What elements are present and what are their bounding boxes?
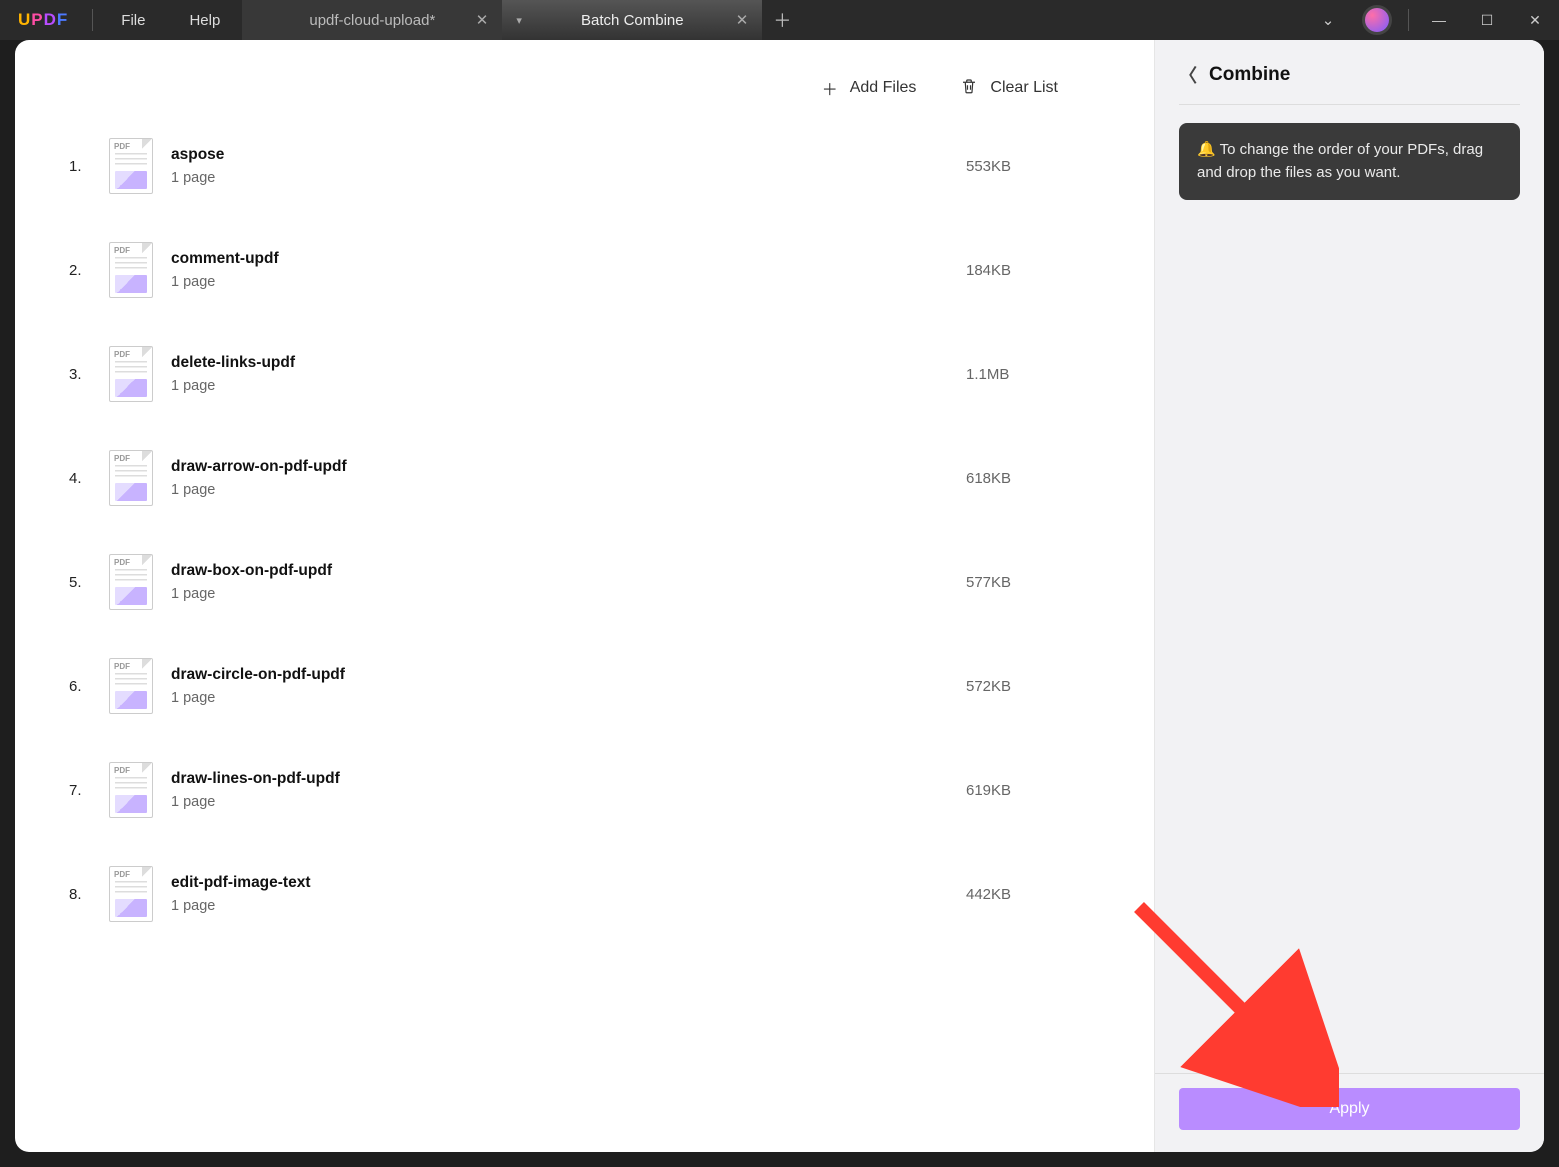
file-size: 618KB xyxy=(966,470,1106,487)
row-number: 6. xyxy=(69,678,103,695)
row-number: 4. xyxy=(69,470,103,487)
file-pages: 1 page xyxy=(171,898,966,914)
file-name: draw-box-on-pdf-updf xyxy=(171,562,966,580)
row-number: 2. xyxy=(69,262,103,279)
file-size: 619KB xyxy=(966,782,1106,799)
file-meta: draw-arrow-on-pdf-updf 1 page xyxy=(171,458,966,498)
file-row[interactable]: 1. aspose 1 page553KB xyxy=(63,114,1106,218)
tab-dropdown-icon[interactable]: ▾ xyxy=(516,14,522,27)
file-row[interactable]: 3. delete-links-updf 1 page1.1MB xyxy=(63,322,1106,426)
tab-cloud-upload[interactable]: updf-cloud-upload* ✕ xyxy=(242,0,502,40)
menu-file[interactable]: File xyxy=(99,12,167,29)
pdf-thumbnail-icon xyxy=(109,866,153,922)
back-icon[interactable]: 〈 xyxy=(1179,62,1197,88)
separator xyxy=(92,9,93,31)
file-pages: 1 page xyxy=(171,170,966,186)
file-pages: 1 page xyxy=(171,586,966,602)
file-size: 553KB xyxy=(966,158,1106,175)
file-name: draw-circle-on-pdf-updf xyxy=(171,666,966,684)
tab-title: updf-cloud-upload* xyxy=(309,12,435,29)
side-header: 〈 Combine xyxy=(1179,62,1520,104)
file-list: 1.aspose1 page553KB2.comment-updf1 page1… xyxy=(63,114,1106,946)
file-row[interactable]: 2. comment-updf 1 page184KB xyxy=(63,218,1106,322)
new-tab-button[interactable]: ＋ xyxy=(762,7,802,33)
close-button[interactable]: ✕ xyxy=(1511,0,1559,40)
separator xyxy=(1408,9,1409,31)
file-row[interactable]: 6. draw-circle-on-pdf-updf 1 page572KB xyxy=(63,634,1106,738)
side-panel: 〈 Combine 🔔 To change the order of your … xyxy=(1154,40,1544,1152)
file-meta: delete-links-updf 1 page xyxy=(171,354,966,394)
file-pages: 1 page xyxy=(171,482,966,498)
pdf-thumbnail-icon xyxy=(109,658,153,714)
pdf-thumbnail-icon xyxy=(109,346,153,402)
file-size: 184KB xyxy=(966,262,1106,279)
file-row[interactable]: 5. draw-box-on-pdf-updf 1 page577KB xyxy=(63,530,1106,634)
trash-icon xyxy=(960,77,978,100)
file-name: draw-arrow-on-pdf-updf xyxy=(171,458,966,476)
row-number: 7. xyxy=(69,782,103,799)
clear-list-button[interactable]: Clear List xyxy=(960,76,1058,100)
file-pages: 1 page xyxy=(171,274,966,290)
row-number: 5. xyxy=(69,574,103,591)
file-meta: edit-pdf-image-text 1 page xyxy=(171,874,966,914)
tip-box: 🔔 To change the order of your PDFs, drag… xyxy=(1179,123,1520,200)
apply-button[interactable]: Apply xyxy=(1179,1088,1520,1130)
titlebar: UPDF File Help updf-cloud-upload* ✕ ▾ Ba… xyxy=(0,0,1559,40)
file-pages: 1 page xyxy=(171,690,966,706)
tab-batch-combine[interactable]: ▾ Batch Combine ✕ xyxy=(502,0,762,40)
side-title: Combine xyxy=(1209,64,1290,86)
file-name: comment-updf xyxy=(171,250,966,268)
main-panel: ＋ Add Files Clear List 1.aspose1 page553… xyxy=(15,40,1154,1152)
file-meta: draw-circle-on-pdf-updf 1 page xyxy=(171,666,966,706)
row-number: 8. xyxy=(69,886,103,903)
pdf-thumbnail-icon xyxy=(109,138,153,194)
file-size: 572KB xyxy=(966,678,1106,695)
window-controls: — ☐ ✕ xyxy=(1415,0,1559,40)
file-pages: 1 page xyxy=(171,378,966,394)
tab-title: Batch Combine xyxy=(581,12,684,29)
file-name: edit-pdf-image-text xyxy=(171,874,966,892)
file-name: draw-lines-on-pdf-updf xyxy=(171,770,966,788)
workspace: ＋ Add Files Clear List 1.aspose1 page553… xyxy=(15,40,1544,1152)
file-meta: draw-lines-on-pdf-updf 1 page xyxy=(171,770,966,810)
tip-text: To change the order of your PDFs, drag a… xyxy=(1197,141,1483,181)
file-size: 577KB xyxy=(966,574,1106,591)
divider xyxy=(1179,104,1520,105)
clear-list-label: Clear List xyxy=(990,79,1058,97)
file-name: aspose xyxy=(171,146,966,164)
pdf-thumbnail-icon xyxy=(109,242,153,298)
file-name: delete-links-updf xyxy=(171,354,966,372)
chevron-down-icon[interactable]: ⌄ xyxy=(1304,11,1352,29)
file-row[interactable]: 7. draw-lines-on-pdf-updf 1 page619KB xyxy=(63,738,1106,842)
file-meta: draw-box-on-pdf-updf 1 page xyxy=(171,562,966,602)
pdf-thumbnail-icon xyxy=(109,554,153,610)
add-files-button[interactable]: ＋ Add Files xyxy=(822,76,917,100)
file-size: 442KB xyxy=(966,886,1106,903)
app-logo: UPDF xyxy=(0,10,86,30)
close-icon[interactable]: ✕ xyxy=(476,11,489,29)
pdf-thumbnail-icon xyxy=(109,762,153,818)
row-number: 3. xyxy=(69,366,103,383)
add-files-label: Add Files xyxy=(850,79,917,97)
menu-help[interactable]: Help xyxy=(167,12,242,29)
close-icon[interactable]: ✕ xyxy=(736,11,749,29)
file-row[interactable]: 4. draw-arrow-on-pdf-updf 1 page618KB xyxy=(63,426,1106,530)
row-number: 1. xyxy=(69,158,103,175)
maximize-button[interactable]: ☐ xyxy=(1463,0,1511,40)
file-pages: 1 page xyxy=(171,794,966,810)
file-row[interactable]: 8. edit-pdf-image-text 1 page442KB xyxy=(63,842,1106,946)
avatar[interactable] xyxy=(1362,5,1392,35)
file-meta: comment-updf 1 page xyxy=(171,250,966,290)
bell-icon: 🔔 xyxy=(1197,141,1216,158)
pdf-thumbnail-icon xyxy=(109,450,153,506)
minimize-button[interactable]: — xyxy=(1415,0,1463,40)
file-size: 1.1MB xyxy=(966,366,1106,383)
plus-icon: ＋ xyxy=(822,76,838,100)
file-toolbar: ＋ Add Files Clear List xyxy=(63,68,1106,114)
file-meta: aspose 1 page xyxy=(171,146,966,186)
